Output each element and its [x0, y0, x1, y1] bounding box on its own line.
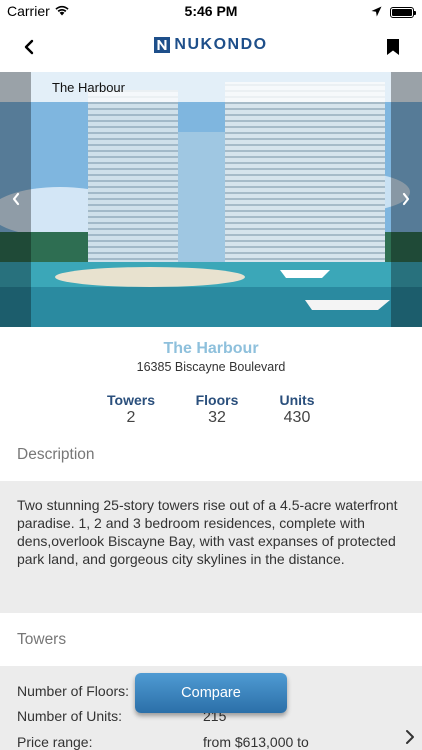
description-box: Two stunning 25-story towers rise out of… [0, 481, 422, 613]
chevron-right-icon [402, 192, 410, 206]
status-right [371, 4, 416, 20]
tower-row-label: Number of Floors: [17, 683, 130, 699]
stat-label: Towers [107, 392, 155, 408]
description-text: Two stunning 25-story towers rise out of… [17, 497, 398, 567]
description-heading: Description [17, 446, 95, 463]
status-bar: Carrier 5:46 PM [0, 0, 422, 22]
logo-text: NUKONDO [174, 36, 268, 53]
battery-icon [390, 6, 416, 18]
chevron-left-icon [12, 192, 20, 206]
stat-floors: Floors 32 [172, 392, 262, 427]
status-time: 5:46 PM [184, 3, 238, 19]
compare-button[interactable]: Compare [135, 673, 287, 713]
project-info: The Harbour 16385 Biscayne Boulevard [0, 340, 422, 374]
project-name: The Harbour [163, 340, 259, 357]
app-logo: NUKONDO [0, 36, 422, 54]
carousel-next-button[interactable] [396, 189, 416, 209]
nav-bar: NUKONDO [0, 22, 422, 72]
stat-value: 32 [208, 409, 226, 426]
project-address: 16385 Biscayne Boulevard [136, 360, 286, 374]
nukondo-logo-icon [154, 37, 171, 53]
stat-label: Floors [195, 392, 239, 408]
stat-units: Units 430 [252, 392, 342, 427]
towers-heading: Towers [17, 631, 67, 648]
bookmark-icon [387, 39, 399, 55]
stat-value: 430 [283, 409, 311, 426]
hero-carousel[interactable]: The Harbour [0, 72, 422, 327]
stat-label: Units [279, 392, 315, 408]
tower-row-label: Number of Units: [17, 708, 123, 724]
location-arrow-icon [371, 4, 382, 20]
hero-title: The Harbour [52, 80, 125, 95]
stat-towers: Towers 2 [86, 392, 176, 427]
chevron-right-icon[interactable] [404, 728, 416, 746]
carousel-prev-button[interactable] [6, 189, 26, 209]
building-photo [0, 72, 422, 327]
bookmark-button[interactable] [382, 35, 404, 59]
stat-value: 2 [126, 409, 136, 426]
tower-row-value: from $613,000 to [203, 734, 309, 750]
tower-row-label: Price range: [17, 734, 93, 750]
